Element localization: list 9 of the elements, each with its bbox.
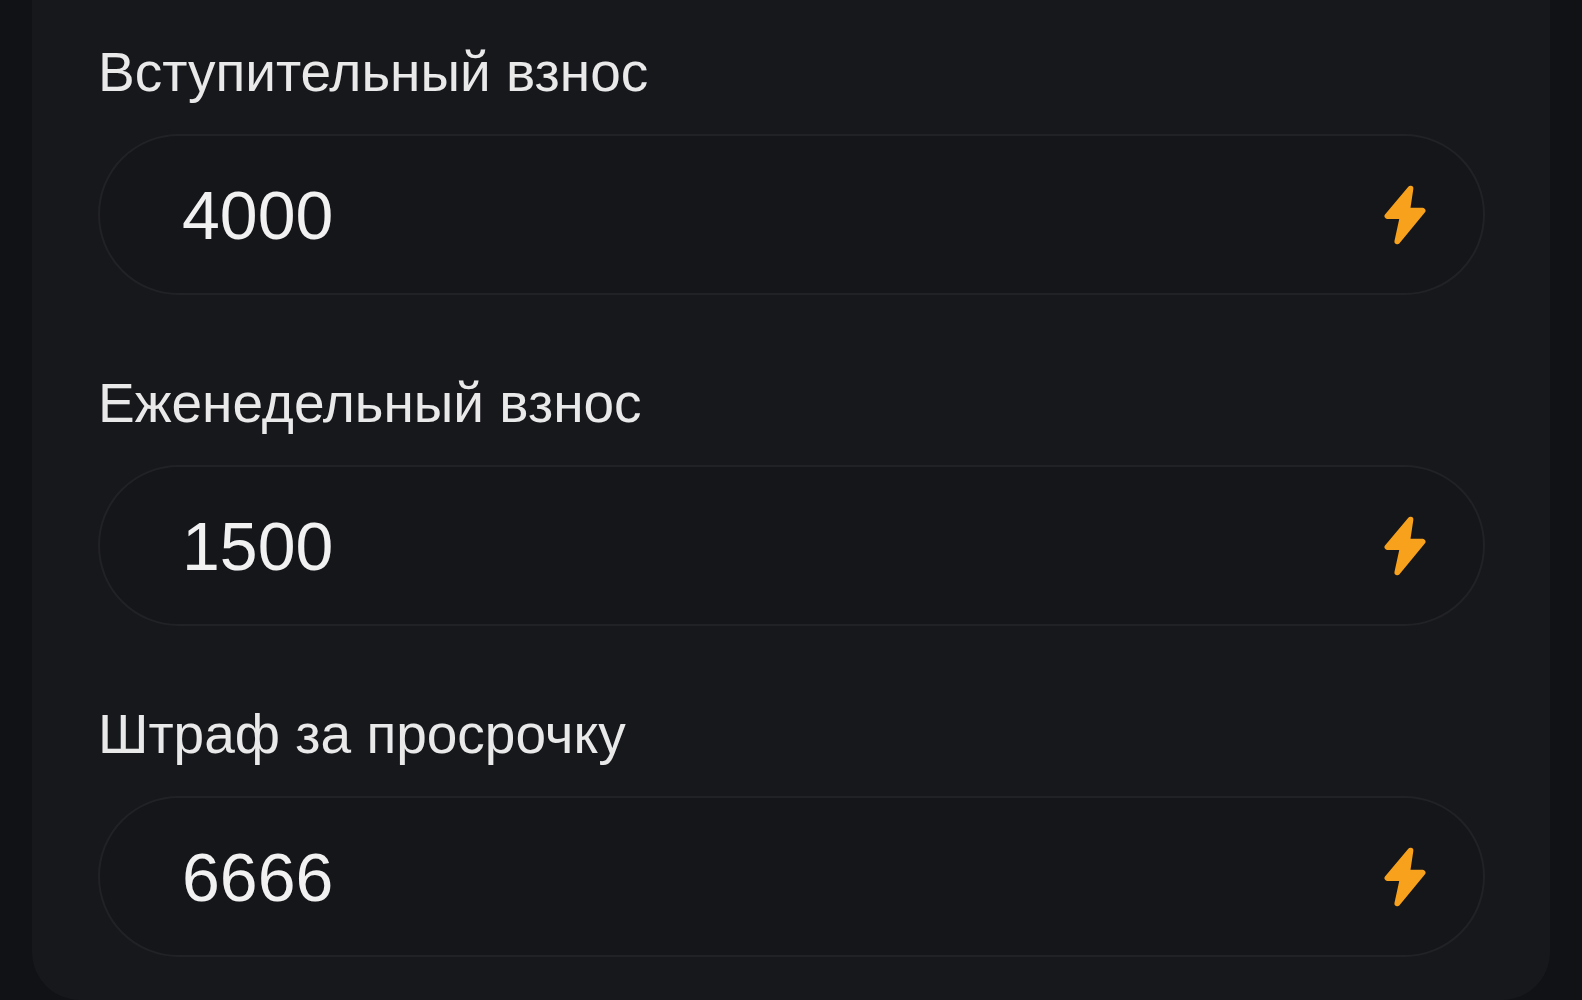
lightning-icon <box>1383 847 1427 907</box>
field-label: Вступительный взнос <box>98 40 649 105</box>
input-field[interactable]: 1500 <box>98 465 1485 626</box>
lightning-icon <box>1383 516 1427 576</box>
input-field[interactable]: 6666 <box>98 796 1485 957</box>
lightning-icon <box>1383 185 1427 245</box>
input-field[interactable]: 4000 <box>98 134 1485 295</box>
field-label: Еженедельный взнос <box>98 371 642 436</box>
field-label: Штраф за просрочку <box>98 702 626 767</box>
